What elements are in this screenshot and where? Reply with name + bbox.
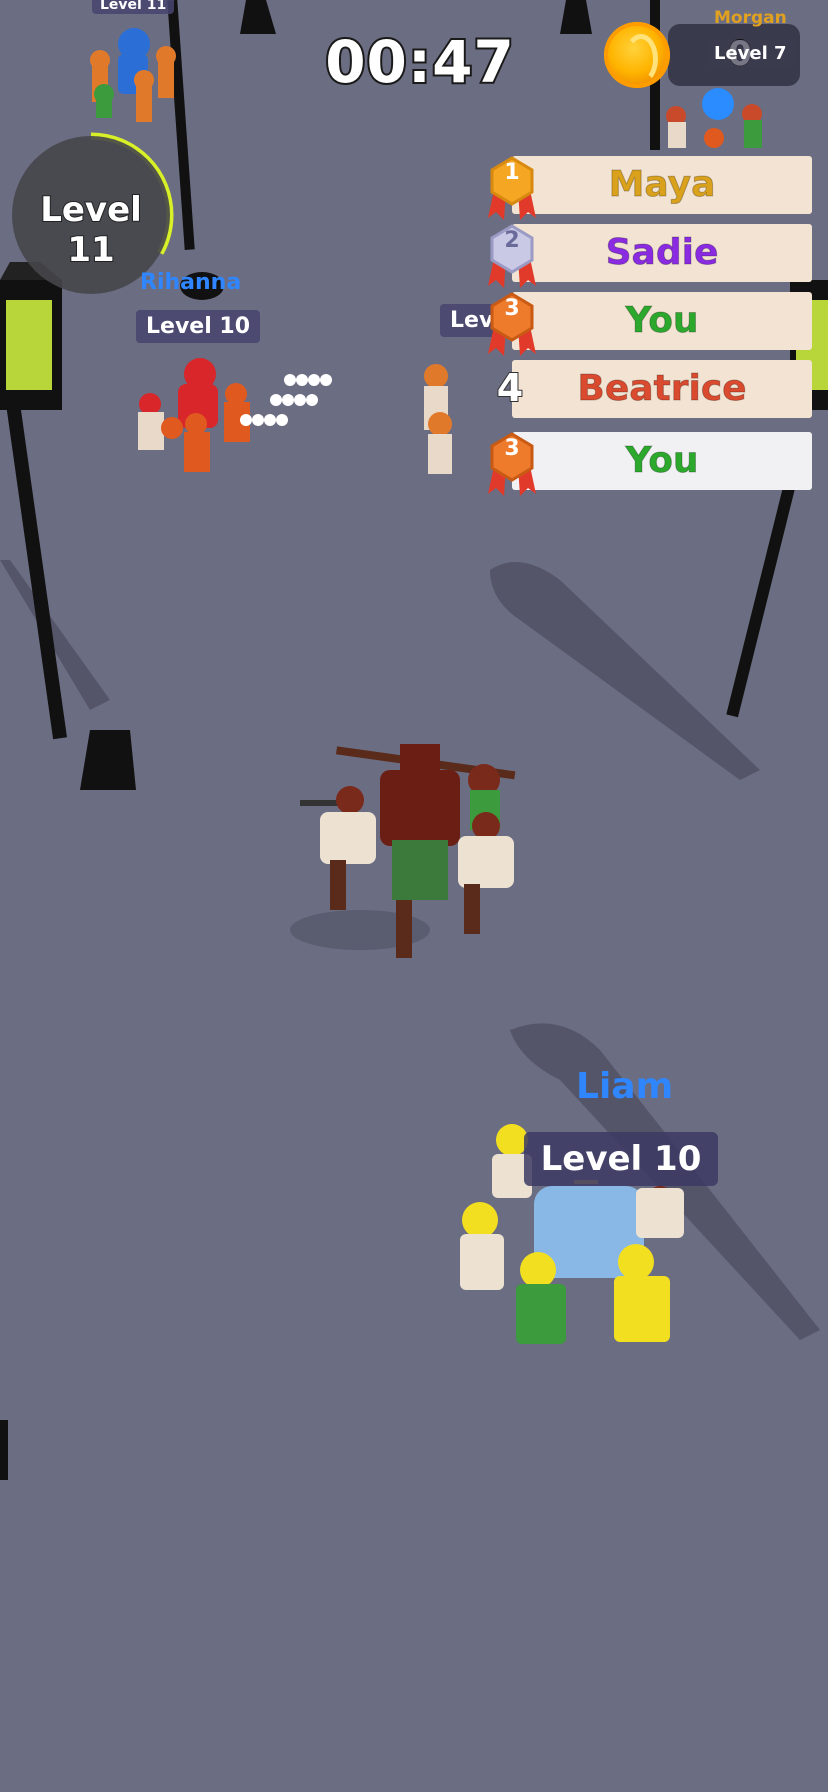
player-level-label: Level 11 [39, 189, 143, 271]
player-squad [290, 744, 516, 958]
crowd-middle [424, 364, 452, 474]
player-name: Beatrice [577, 368, 747, 410]
enemy-name-rihanna: Rihanna [140, 270, 242, 295]
leaderboard-row: 4 Beatrice [466, 358, 820, 420]
leaderboard-row: 1 Maya [466, 154, 820, 220]
leaderboard-row-self: 3 You [466, 430, 820, 496]
player-name: Sadie [605, 232, 719, 274]
enemy-level-label-topleft: Level 11 [92, 0, 175, 14]
enemy-level-morgan: Level 7 [706, 40, 795, 67]
match-timer: 00:47 [323, 26, 516, 98]
coin-icon [604, 22, 670, 88]
crowd-rihanna [138, 358, 332, 472]
player-name: You [625, 440, 699, 482]
enemy-name-morgan: Morgan [714, 8, 787, 28]
street-lamp-left [0, 262, 136, 790]
player-name: Maya [608, 164, 716, 206]
player-name: You [625, 300, 699, 342]
enemy-level-liam: Level 10 [524, 1132, 718, 1186]
enemy-level-rihanna: Level 10 [136, 310, 261, 343]
lamp-edge [0, 1420, 8, 1480]
leaderboard-row: 3 You [466, 290, 820, 356]
enemy-name-liam: Liam [576, 1066, 674, 1107]
leaderboard-row: 2 Sadie [466, 222, 820, 288]
crowd-morgan [666, 88, 762, 148]
crowd-topleft [90, 28, 176, 122]
